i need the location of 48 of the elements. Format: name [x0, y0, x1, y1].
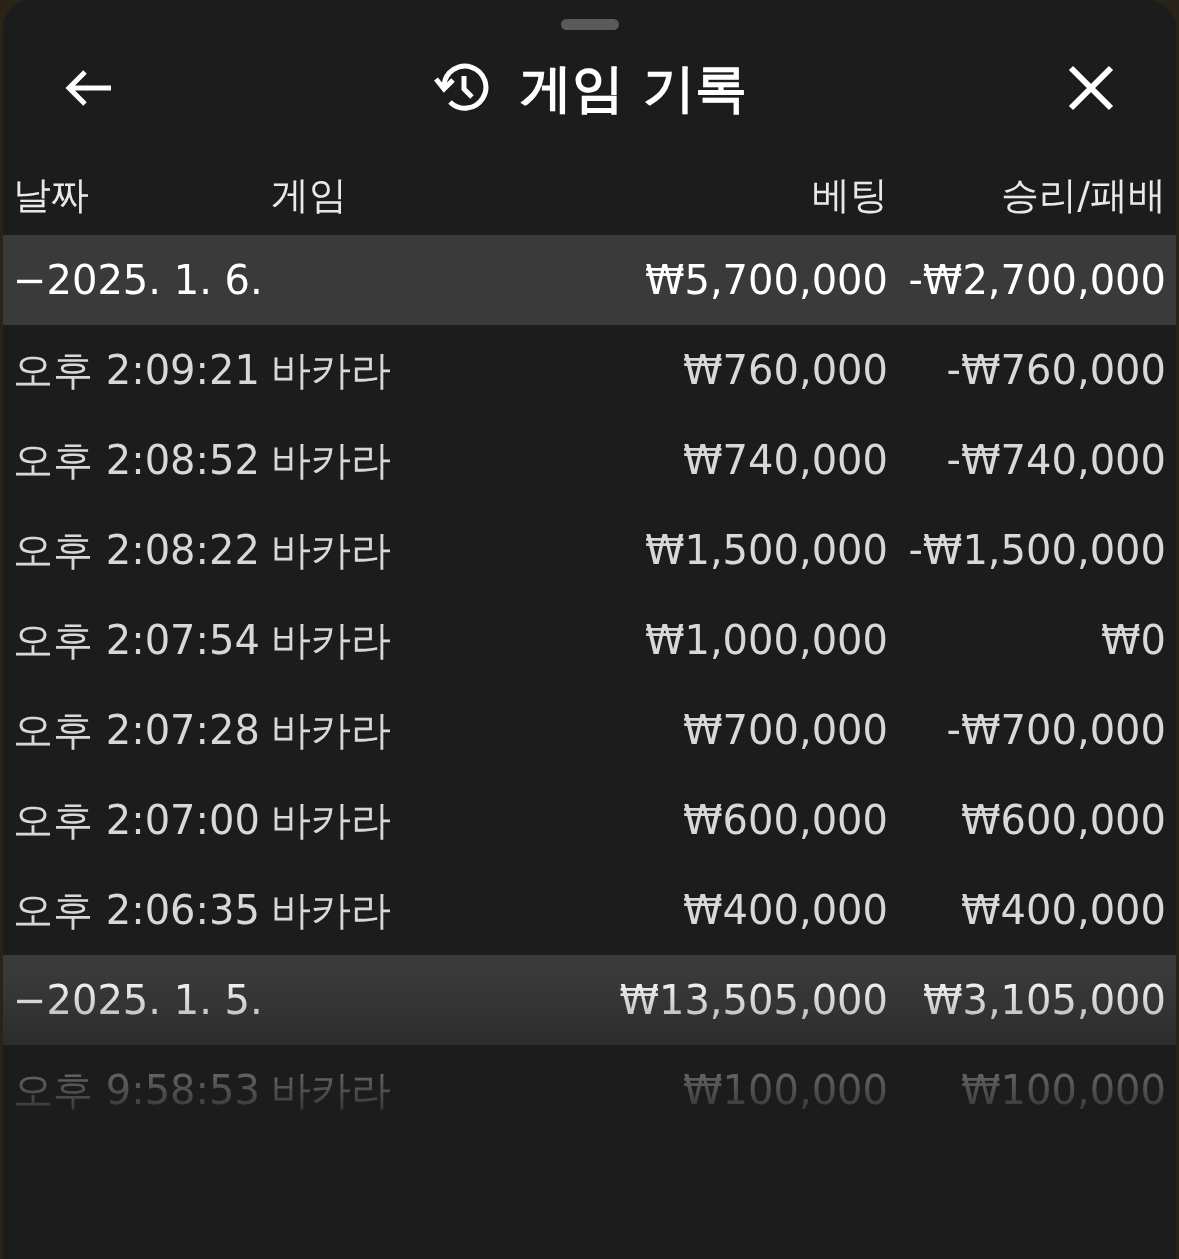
table-cell-text: -₩1,500,000: [907, 526, 1166, 575]
table-cell-text: ₩400,000: [960, 886, 1166, 935]
table-cell-text: ₩100,000: [682, 1066, 888, 1115]
table-cell-text: ₩0: [1100, 616, 1166, 665]
group-result-total: ₩3,105,000: [921, 976, 1166, 1025]
table-cell-text: 오후 2:08:22: [13, 526, 261, 575]
table-cell-text: ₩1,500,000: [643, 526, 888, 575]
close-icon: [1068, 64, 1114, 111]
table-cell-text: ₩1,000,000: [643, 616, 888, 665]
table-cell-text: 바카라: [271, 436, 392, 485]
table-cell-text: -₩700,000: [945, 706, 1166, 755]
back-arrow-icon: [63, 67, 113, 108]
group-result-total: -₩2,700,000: [907, 256, 1166, 305]
table-cell-text: 오후 2:06:35: [13, 886, 261, 935]
date-group-row[interactable]: −2025. 1. 5. ₩13,505,000 ₩3,105,000: [3, 955, 1176, 1045]
group-bet-total: ₩5,700,000: [643, 256, 888, 305]
table-cell-text: 바카라: [271, 616, 392, 665]
table-cell-text: ₩100,000: [960, 1066, 1166, 1115]
table-cell-text: 오후 2:09:21: [13, 346, 261, 395]
table-cell-text: -₩760,000: [945, 346, 1166, 395]
group-date: −2025. 1. 5.: [13, 976, 264, 1025]
table-cell-text: 바카라: [271, 886, 392, 935]
table-cell-text: 바카라: [271, 706, 392, 755]
table-cell-text: ₩760,000: [682, 346, 888, 395]
table-cell-text: 바카라: [271, 526, 392, 575]
column-header: 베팅: [811, 171, 888, 219]
table-cell-text: ₩600,000: [682, 796, 888, 845]
group-bet-total: ₩13,505,000: [618, 976, 888, 1025]
window-title: 게임 기록: [520, 61, 747, 114]
group-date: −2025. 1. 6.: [13, 256, 264, 305]
table-cell-text: ₩600,000: [960, 796, 1166, 845]
table-cell-text: 바카라: [271, 346, 392, 395]
table-cell-text: -₩740,000: [945, 436, 1166, 485]
table-cell-text: 오후 9:58:53: [13, 1066, 261, 1115]
table-cell-text: ₩740,000: [682, 436, 888, 485]
date-group-row[interactable]: −2025. 1. 6. ₩5,700,000 -₩2,700,000: [3, 235, 1176, 325]
table-cell-text: 오후 2:07:28: [13, 706, 261, 755]
table-cell-text: ₩400,000: [682, 886, 888, 935]
table-cell-text: 오후 2:07:54: [13, 616, 261, 665]
column-header: 승리/패배: [1000, 171, 1166, 219]
column-header: 게임: [271, 171, 348, 219]
table-cell-text: ₩700,000: [682, 706, 888, 755]
column-header: 날짜: [13, 171, 90, 219]
table-cell-text: 바카라: [271, 796, 392, 845]
table-cell-text: 오후 2:08:52: [13, 436, 261, 485]
table-cell-text: 오후 2:07:00: [13, 796, 261, 845]
table-cell-text: 바카라: [271, 1066, 392, 1115]
drag-handle[interactable]: [560, 19, 619, 30]
